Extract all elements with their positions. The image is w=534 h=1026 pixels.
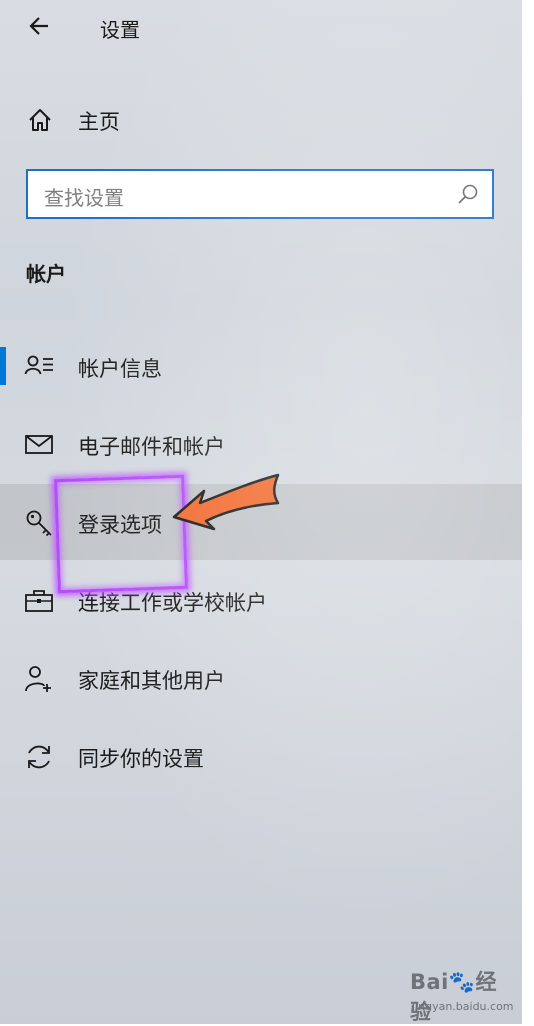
nav-item-label: 电子邮件和帐户: [78, 435, 225, 459]
baidu-watermark: Bai🐾经验 jingyan.baidu.com: [410, 966, 514, 1024]
nav-item-label: 家庭和其他用户: [78, 669, 225, 693]
nav-item-label: 同步你的设置: [78, 747, 204, 771]
search-icon[interactable]: [456, 183, 480, 207]
watermark-url: jingyan.baidu.com: [412, 1000, 514, 1013]
watermark-logo: Bai🐾经验: [410, 970, 498, 1024]
home-icon: [29, 109, 51, 131]
briefcase-icon: [25, 590, 53, 612]
mail-icon: [25, 435, 53, 454]
nav-item-label: 帐户信息: [78, 357, 162, 381]
add-person-icon: [25, 666, 51, 692]
nav-home[interactable]: 主页: [0, 98, 522, 142]
section-title: 帐户: [26, 262, 66, 286]
home-label: 主页: [78, 110, 120, 134]
search-input[interactable]: 查找设置: [44, 182, 124, 211]
nav-item-account-info[interactable]: 帐户信息: [0, 328, 522, 404]
annotation-arrow-icon: [172, 473, 280, 531]
account-info-icon: [24, 355, 53, 375]
key-icon: [26, 510, 52, 537]
sync-icon: [28, 745, 50, 769]
search-box[interactable]: 查找设置: [26, 169, 494, 219]
back-arrow-icon[interactable]: [26, 12, 54, 40]
nav-item-family-users[interactable]: 家庭和其他用户: [0, 640, 522, 716]
settings-panel: 设置 主页 查找设置 帐户 帐户信息 电子邮件和帐户 登录选项 连接工作或学校帐…: [0, 0, 522, 1024]
page-title: 设置: [100, 18, 140, 42]
nav-item-sync-settings[interactable]: 同步你的设置: [0, 718, 522, 794]
